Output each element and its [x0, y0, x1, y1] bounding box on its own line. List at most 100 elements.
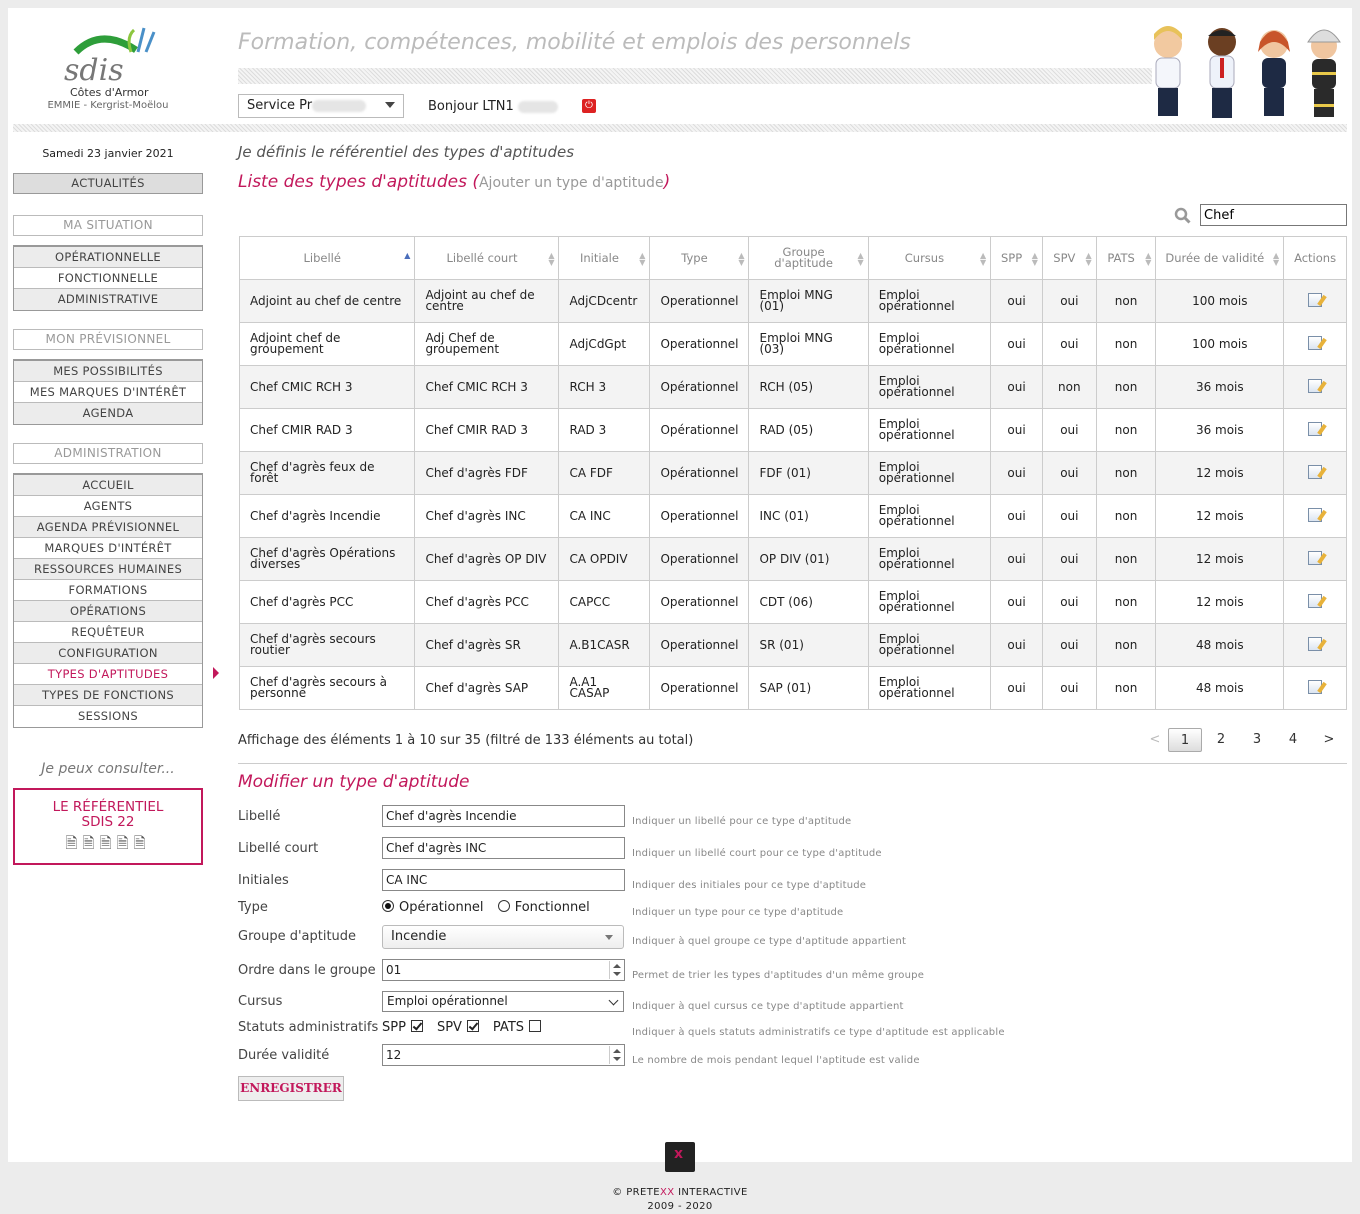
nav-formations[interactable]: FORMATIONS [14, 580, 202, 601]
footer-xx: XX [659, 1187, 675, 1198]
radio-fonctionnel-label[interactable]: Fonctionnel [515, 900, 590, 915]
cell-spv: oui [1041, 623, 1097, 667]
nav-fonctionnelle[interactable]: FONCTIONNELLE [14, 268, 202, 289]
col-spv[interactable]: SPV ▲ ▼ [1041, 236, 1097, 280]
duree-input[interactable]: 12 [382, 1044, 625, 1066]
logout-icon[interactable]: ⏻ [582, 99, 596, 113]
edit-icon[interactable] [1308, 508, 1323, 522]
libelle-court-input[interactable]: Chef d'agrès INC [382, 837, 625, 859]
nav-configuration[interactable]: CONFIGURATION [14, 643, 202, 664]
nav-agenda-previsionnel[interactable]: AGENDA PRÉVISIONNEL [14, 517, 202, 538]
col-groupe[interactable]: Groupe d'aptitude ▲ ▼ [748, 236, 869, 280]
cell-spp: oui [990, 537, 1043, 581]
edit-icon[interactable] [1308, 465, 1323, 479]
nav-mes-marques-interet[interactable]: MES MARQUES D'INTÉRÊT [14, 382, 202, 403]
save-button[interactable]: ENREGISTRER [238, 1076, 344, 1101]
edit-icon[interactable] [1308, 379, 1323, 393]
edit-icon[interactable] [1308, 680, 1323, 694]
page-button[interactable]: 4 [1276, 728, 1310, 752]
page-button[interactable]: 2 [1204, 728, 1238, 752]
cell-type: Opérationnel [649, 408, 750, 452]
page-button[interactable]: 1 [1168, 728, 1202, 752]
spinner-icon[interactable] [609, 961, 623, 979]
libelle-label: Libellé [238, 809, 281, 824]
groupe-select[interactable]: Incendie [382, 925, 624, 949]
col-initiale[interactable]: Initiale ▲ ▼ [558, 236, 651, 280]
add-aptitude-link[interactable]: Ajouter un type d'aptitude [479, 175, 664, 191]
nav-ressources-humaines[interactable]: RESSOURCES HUMAINES [14, 559, 202, 580]
cell-type: Operationnel [649, 666, 750, 710]
sort-icon: ▲ ▼ [1145, 251, 1152, 267]
cell-cursus: Emploi opérationnel [867, 322, 992, 366]
edit-icon[interactable] [1308, 594, 1323, 608]
col-cursus[interactable]: Cursus ▲ ▼ [867, 236, 992, 280]
nav-actualites[interactable]: ACTUALITÉS [13, 173, 203, 194]
next-page-button[interactable]: > [1312, 728, 1346, 752]
referentiel-box[interactable]: LE RÉFÉRENTIEL SDIS 22 🗎🗎🗎🗎🗎 [13, 788, 203, 865]
cell-spv: oui [1041, 408, 1097, 452]
nav-types-fonctions[interactable]: TYPES DE FONCTIONS [14, 685, 202, 706]
prev-page-button[interactable]: < [1138, 728, 1172, 752]
spinner-icon[interactable] [609, 1046, 623, 1064]
spp-checkbox[interactable] [410, 1020, 423, 1032]
spv-checkbox[interactable] [466, 1020, 479, 1032]
col-libelle[interactable]: Libellé ▲ [238, 236, 416, 280]
footer-years: 2009 - 2020 [647, 1201, 713, 1212]
pats-checkbox[interactable] [529, 1020, 542, 1032]
col-spp[interactable]: SPP ▲ ▼ [990, 236, 1043, 280]
service-label: Service Pr [247, 98, 313, 113]
nav-mes-possibilites[interactable]: MES POSSIBILITÉS [14, 361, 202, 382]
col-type[interactable]: Type ▲ ▼ [649, 236, 750, 280]
nav-agents[interactable]: AGENTS [14, 496, 202, 517]
col-duree[interactable]: Durée de validité ▲ ▼ [1155, 236, 1285, 280]
document-icon[interactable]: 🗎 [99, 834, 116, 852]
libelle-input[interactable]: Chef d'agrès Incendie [382, 805, 625, 827]
section-head-mon-previsionnel: MON PRÉVISIONNEL [13, 329, 203, 350]
edit-icon[interactable] [1308, 293, 1323, 307]
pretexx-logo-icon[interactable] [665, 1142, 695, 1172]
sdis-logo[interactable]: sdis Côtes d'Armor [56, 22, 166, 102]
sort-icon: ▲ ▼ [1273, 251, 1280, 267]
radio-operationnel[interactable] [382, 900, 394, 912]
cell-actions [1283, 408, 1347, 452]
col-label: Cursus [904, 250, 945, 265]
initiales-input[interactable]: CA INC [382, 869, 625, 891]
document-icon[interactable]: 🗎 [82, 834, 99, 852]
document-icon[interactable]: 🗎 [134, 834, 151, 852]
service-select[interactable]: Service Pr [238, 94, 404, 118]
document-icon[interactable]: 🗎 [65, 834, 82, 852]
nav-requeteur[interactable]: REQUÊTEUR [14, 622, 202, 643]
edit-icon[interactable] [1308, 336, 1323, 350]
cell-actions [1283, 322, 1347, 366]
statuts-hint: Indiquer à quels statuts administratifs … [632, 1027, 1005, 1038]
nav-agenda[interactable]: AGENDA [14, 403, 202, 424]
cell-libelle: Chef CMIR RAD 3 [238, 408, 416, 452]
referentiel-line1: LE RÉFÉRENTIEL [52, 799, 164, 815]
radio-fonctionnel[interactable] [497, 900, 510, 912]
radio-operationnel-label[interactable]: Opérationnel [399, 900, 484, 915]
ordre-input[interactable]: 01 [382, 959, 625, 981]
col-pats[interactable]: PATS ▲ ▼ [1095, 236, 1157, 280]
cursus-select[interactable]: Emploi opérationnel [382, 991, 624, 1012]
edit-icon[interactable] [1308, 422, 1323, 436]
nav-sessions[interactable]: SESSIONS [14, 706, 202, 727]
page-button[interactable]: 3 [1240, 728, 1274, 752]
cell-spp: oui [990, 408, 1043, 452]
redacted-text [517, 100, 558, 113]
nav-types-aptitudes[interactable]: TYPES D'APTITUDES [14, 664, 202, 685]
document-icon[interactable]: 🗎 [117, 834, 134, 852]
search-input[interactable] [1200, 204, 1347, 226]
cell-groupe: Emploi MNG (03) [748, 322, 869, 366]
cell-cursus: Emploi opérationnel [867, 623, 992, 667]
nav-administrative[interactable]: ADMINISTRATIVE [14, 289, 202, 310]
nav-operationnelle[interactable]: OPÉRATIONNELLE [14, 247, 202, 268]
nav-accueil[interactable]: ACCUEIL [14, 475, 202, 496]
edit-icon[interactable] [1308, 637, 1323, 651]
col-libelle-court[interactable]: Libellé court ▲ ▼ [414, 236, 560, 280]
nav-operations[interactable]: OPÉRATIONS [14, 601, 202, 622]
nav-marques-interet[interactable]: MARQUES D'INTÉRÊT [14, 538, 202, 559]
page: sdis Côtes d'Armor EMMIE - Kergrist-Moël… [8, 8, 1352, 1162]
edit-icon[interactable] [1308, 551, 1323, 565]
cell-groupe: CDT (06) [748, 580, 869, 624]
type-hint: Indiquer un type pour ce type d'aptitude [632, 907, 844, 918]
